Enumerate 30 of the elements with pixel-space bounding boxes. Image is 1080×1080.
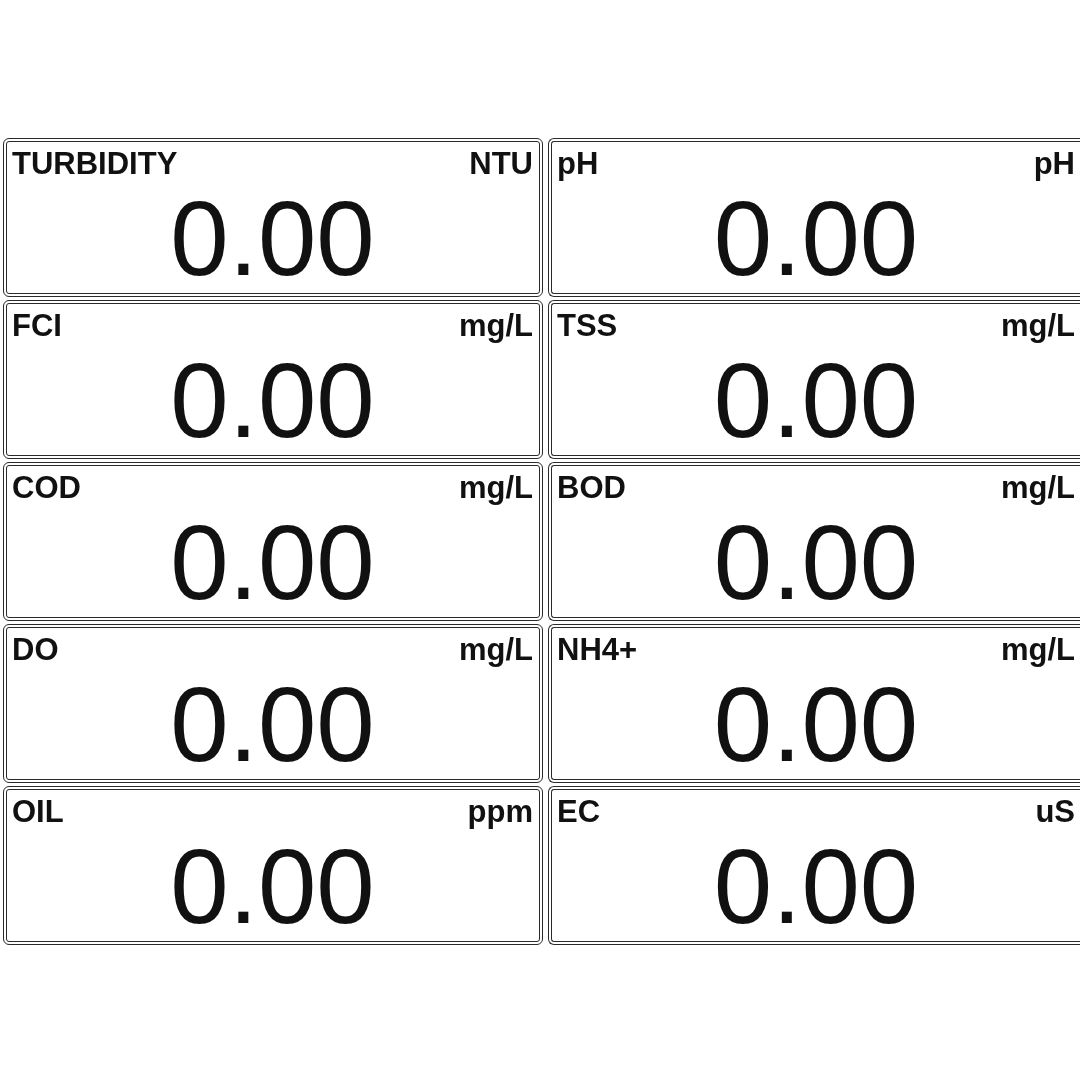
sensor-name: OIL	[12, 796, 64, 827]
sensor-name: DO	[12, 634, 59, 665]
sensor-name: EC	[557, 796, 601, 827]
sensor-reading: 0.00	[170, 186, 375, 291]
sensor-unit: mg/L	[1000, 472, 1075, 503]
sensor-unit: uS	[1035, 796, 1075, 827]
sensor-name: NH4+	[557, 634, 638, 665]
sensor-reading: 0.00	[713, 186, 919, 291]
sensor-unit: pH	[1033, 148, 1075, 179]
sensor-name: TSS	[557, 310, 618, 341]
sensor-unit: mg/L	[1000, 310, 1075, 341]
sensor-reading: 0.00	[713, 672, 919, 777]
sensor-unit: mg/L	[458, 310, 533, 341]
sensor-unit: mg/L	[458, 634, 533, 665]
sensor-name: BOD	[557, 472, 626, 503]
sensor-reading: 0.00	[713, 834, 919, 939]
sensor-reading: 0.00	[713, 510, 919, 615]
sensor-name: TURBIDITY	[12, 148, 178, 179]
sensor-name: pH	[557, 148, 599, 179]
sensor-name: FCI	[12, 310, 62, 341]
sensor-reading: 0.00	[170, 348, 375, 453]
sensor-reading: 0.00	[170, 834, 375, 939]
sensor-unit: ppm	[467, 796, 533, 827]
sensor-unit: NTU	[469, 148, 533, 179]
sensor-reading: 0.00	[713, 348, 919, 453]
sensor-unit: mg/L	[458, 472, 533, 503]
sensor-name: COD	[12, 472, 81, 503]
sensor-reading: 0.00	[170, 510, 375, 615]
sensor-unit: mg/L	[1000, 634, 1075, 665]
sensor-reading: 0.00	[170, 672, 375, 777]
